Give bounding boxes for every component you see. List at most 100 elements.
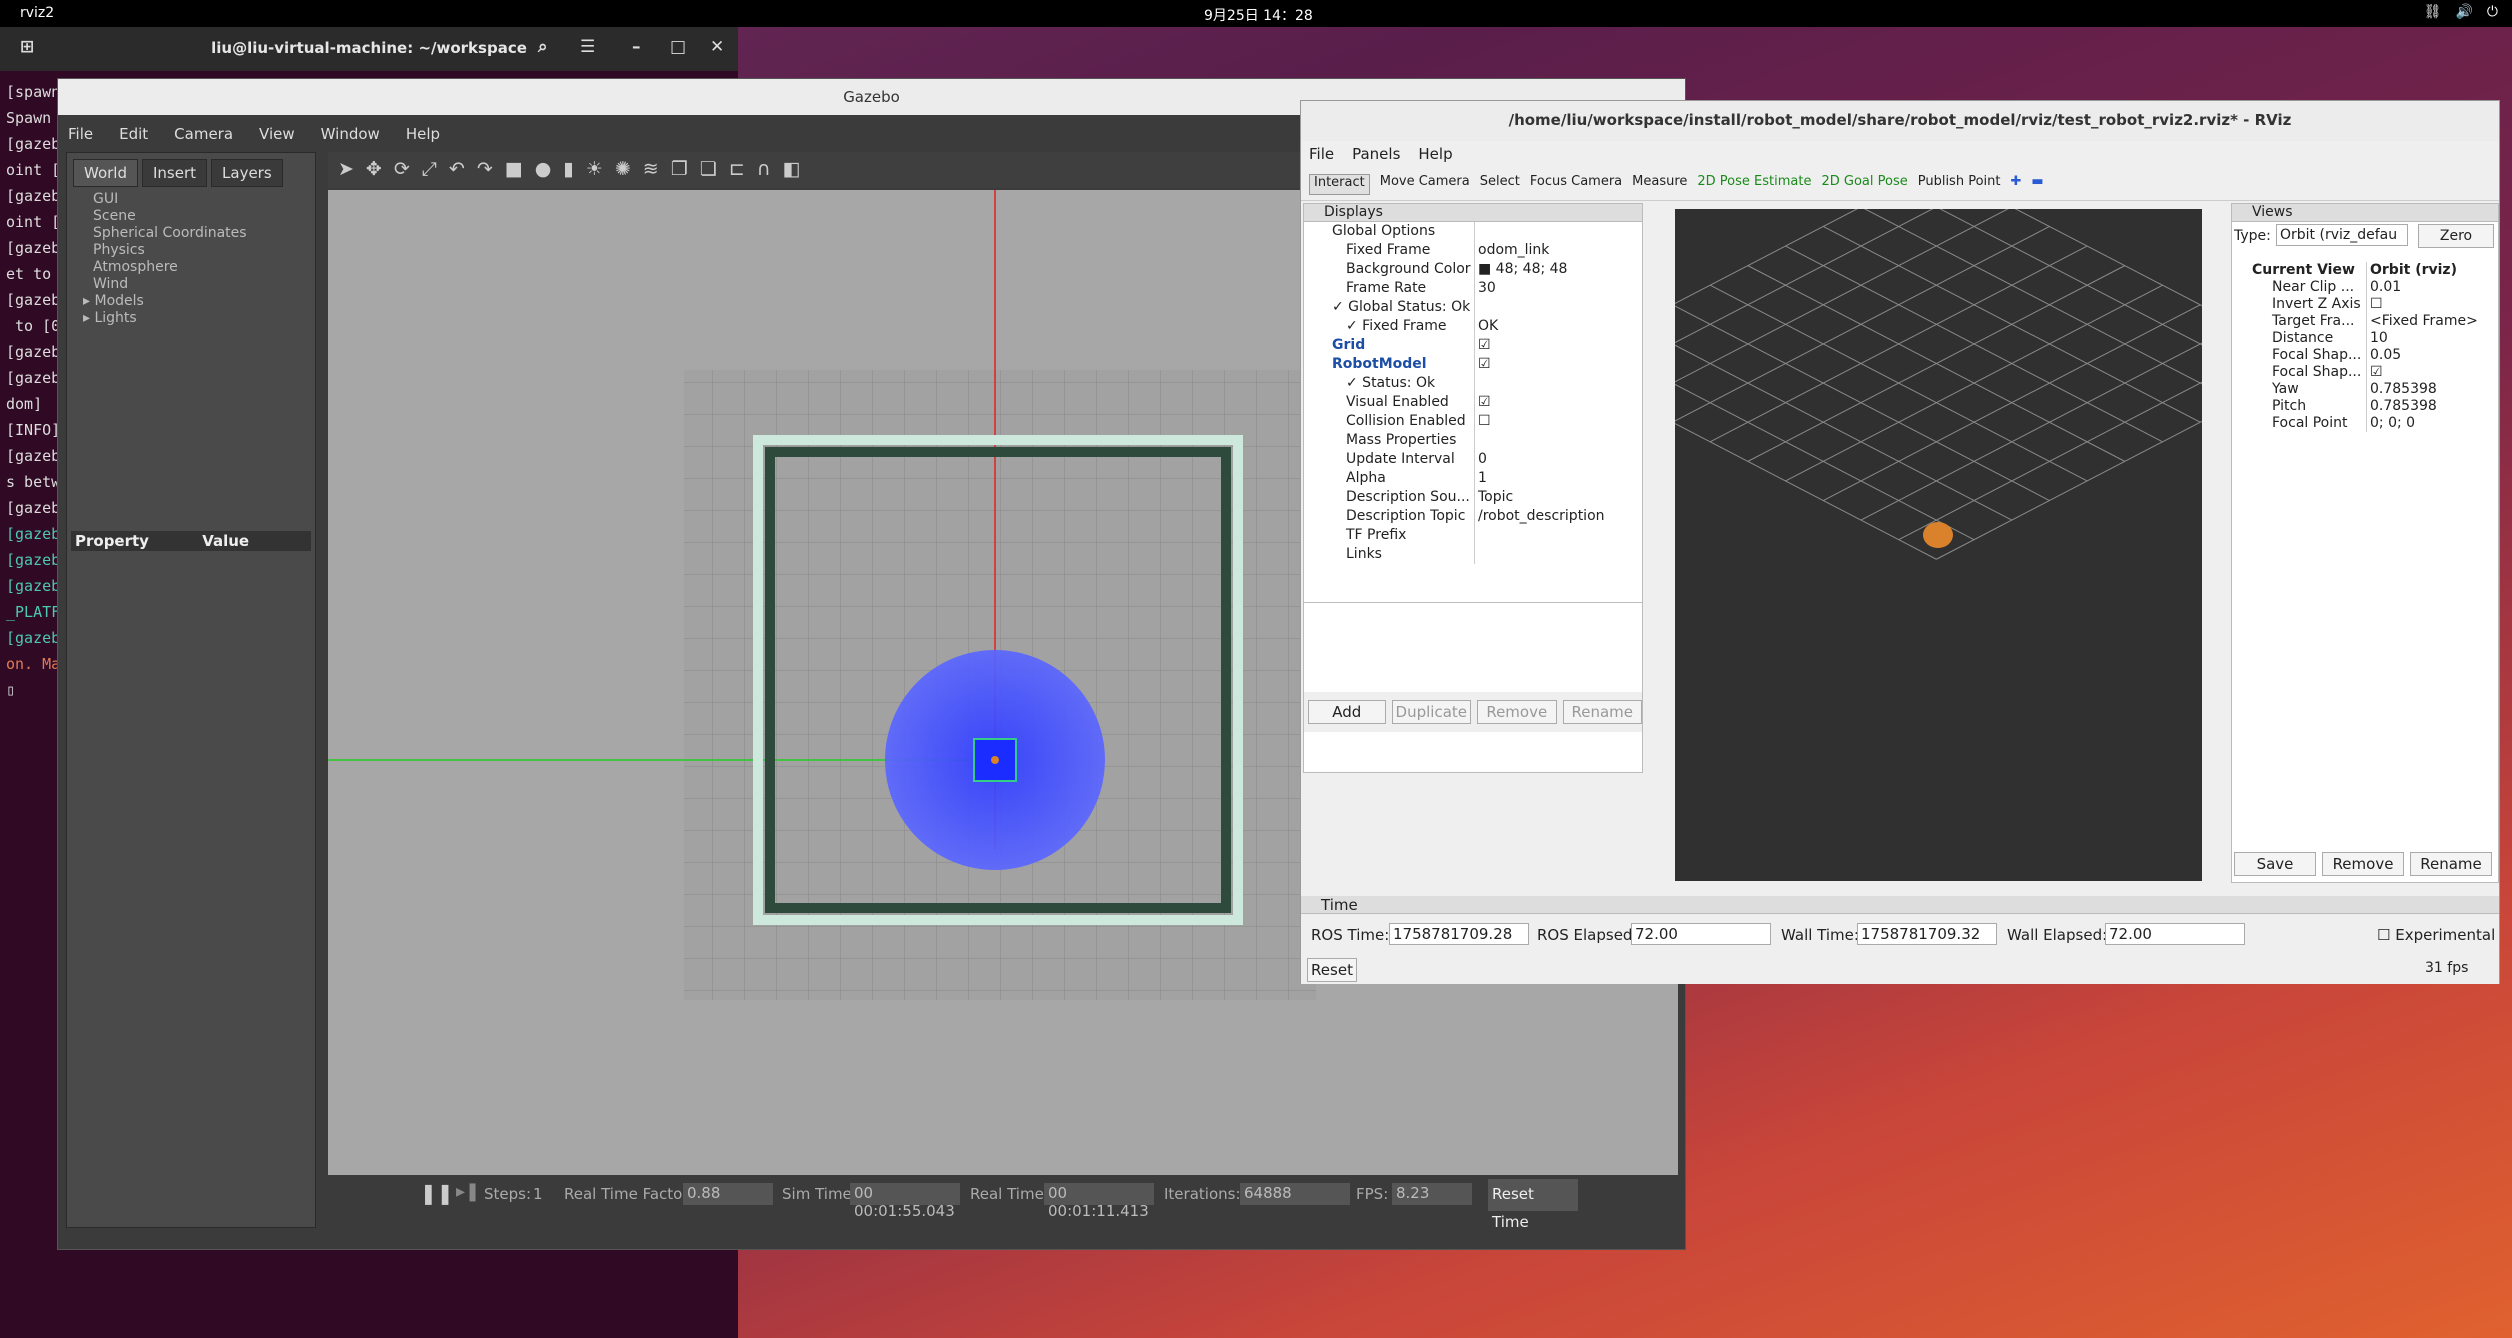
reset-time-button[interactable]: Reset Time — [1488, 1179, 1578, 1231]
view-row-value[interactable]: ☐ — [2366, 296, 2496, 313]
display-row-value[interactable] — [1474, 222, 1644, 241]
rviz-window[interactable]: /home/liu/workspace/install/robot_model/… — [1300, 100, 2500, 984]
steps-value[interactable]: 1 — [533, 1185, 543, 1203]
experimental-checkbox[interactable]: ☐ Experimental — [2377, 926, 2495, 944]
view-type-select[interactable]: Orbit (rviz_defau — [2276, 224, 2408, 246]
tab-world[interactable]: World — [73, 159, 138, 187]
tree-item[interactable]: ▸ Lights — [83, 310, 247, 327]
select-tool[interactable]: Select — [1480, 174, 1520, 195]
close-icon[interactable]: ✕ — [710, 37, 724, 57]
menu-view[interactable]: View — [259, 125, 295, 143]
step-icon[interactable]: ▸❚ — [456, 1181, 480, 1202]
tab-insert[interactable]: Insert — [142, 159, 208, 187]
display-row-value[interactable]: 1 — [1474, 469, 1644, 488]
point-light-icon[interactable]: ☀ — [586, 158, 603, 182]
display-row-value[interactable]: /robot_description — [1474, 507, 1644, 526]
view-row[interactable]: Target Fra... <Fixed Frame> — [2236, 313, 2496, 330]
display-row[interactable]: Frame Rate 30 — [1304, 279, 1644, 298]
interact-tool[interactable]: Interact — [1309, 174, 1370, 195]
view-row[interactable]: Invert Z Axis ☐ — [2236, 296, 2496, 313]
reset-button[interactable]: Reset — [1307, 958, 1357, 982]
display-row[interactable]: ✓ Global Status: Ok — [1304, 298, 1644, 317]
menu-file[interactable]: File — [68, 125, 93, 143]
view-row[interactable]: Pitch 0.785398 — [2236, 398, 2496, 415]
display-row-value[interactable]: 30 — [1474, 279, 1644, 298]
pose-estimate-tool[interactable]: 2D Pose Estimate — [1697, 174, 1811, 195]
view-row-value[interactable]: 0.785398 — [2366, 398, 2496, 415]
view-row[interactable]: Current View Orbit (rviz) — [2236, 262, 2496, 279]
view-row-value[interactable]: 0.01 — [2366, 279, 2496, 296]
display-row[interactable]: Grid ☑ — [1304, 336, 1644, 355]
view-row-value[interactable]: ☑ — [2366, 364, 2496, 381]
display-row-value[interactable] — [1474, 374, 1644, 393]
remove-tool-icon[interactable]: ▬ — [2031, 174, 2043, 195]
display-row[interactable]: RobotModel ☑ — [1304, 355, 1644, 374]
view-row-value[interactable]: 0.785398 — [2366, 381, 2496, 398]
translate-icon[interactable]: ✥ — [366, 158, 382, 182]
remove-button[interactable]: Remove — [1477, 700, 1557, 724]
add-button[interactable]: Add — [1308, 700, 1386, 724]
view-row-value[interactable]: 0; 0; 0 — [2366, 415, 2496, 432]
remove-view-button[interactable]: Remove — [2322, 852, 2404, 876]
menu-panels[interactable]: Panels — [1352, 145, 1400, 165]
menu-window[interactable]: Window — [321, 125, 380, 143]
display-row[interactable]: Visual Enabled ☑ — [1304, 393, 1644, 412]
rotate-icon[interactable]: ⟳ — [394, 158, 410, 182]
display-row-value[interactable]: Topic — [1474, 488, 1644, 507]
display-row-value[interactable]: ■ 48; 48; 48 — [1474, 260, 1644, 279]
menu-help[interactable]: Help — [1418, 145, 1452, 165]
tree-item[interactable]: Physics — [93, 242, 247, 259]
copy-icon[interactable]: ❐ — [671, 158, 688, 182]
display-row[interactable]: ✓ Fixed Frame OK — [1304, 317, 1644, 336]
display-row[interactable]: Links — [1304, 545, 1644, 564]
move-camera-tool[interactable]: Move Camera — [1380, 174, 1470, 195]
display-row[interactable]: Description Topic/robot_description — [1304, 507, 1644, 526]
display-row[interactable]: TF Prefix — [1304, 526, 1644, 545]
snap-icon[interactable]: ∩ — [757, 158, 771, 182]
box-icon[interactable]: ■ — [505, 158, 523, 182]
undo-icon[interactable]: ↶ — [449, 158, 465, 182]
spot-light-icon[interactable]: ✺ — [615, 158, 631, 182]
display-row[interactable]: Mass Properties — [1304, 431, 1644, 450]
zero-button[interactable]: Zero — [2418, 224, 2494, 248]
tab-layers[interactable]: Layers — [211, 159, 283, 187]
view-row[interactable]: Yaw 0.785398 — [2236, 381, 2496, 398]
display-row-value[interactable] — [1474, 298, 1644, 317]
display-row-value[interactable]: ☑ — [1474, 393, 1644, 412]
view-row-value[interactable]: <Fixed Frame> — [2366, 313, 2496, 330]
display-row[interactable]: Alpha 1 — [1304, 469, 1644, 488]
display-row[interactable]: Background Color ■ 48; 48; 48 — [1304, 260, 1644, 279]
display-row-value[interactable]: ☑ — [1474, 355, 1644, 374]
expand-icon[interactable]: ▸ — [83, 310, 94, 326]
goal-pose-tool[interactable]: 2D Goal Pose — [1821, 174, 1907, 195]
menu-file[interactable]: File — [1309, 145, 1334, 165]
tree-item[interactable]: Scene — [93, 208, 247, 225]
clock[interactable]: 9月25日 14：28 — [1204, 5, 1313, 25]
screenshot-icon[interactable]: ◧ — [783, 158, 801, 182]
display-row-value[interactable] — [1474, 545, 1644, 564]
display-row[interactable]: Collision Enabled ☐ — [1304, 412, 1644, 431]
tree-item[interactable]: Spherical Coordinates — [93, 225, 247, 242]
rename-button[interactable]: Rename — [1562, 700, 1643, 724]
rviz-3d-view[interactable] — [1559, 167, 2314, 881]
display-row[interactable]: Fixed Frame odom_link — [1304, 241, 1644, 260]
measure-tool[interactable]: Measure — [1632, 174, 1687, 195]
tree-item[interactable]: ▸ Models — [83, 293, 247, 310]
view-row[interactable]: Distance 10 — [2236, 330, 2496, 347]
tree-item[interactable]: Atmosphere — [93, 259, 247, 276]
display-row-value[interactable]: odom_link — [1474, 241, 1644, 260]
display-row-value[interactable]: OK — [1474, 317, 1644, 336]
add-tool-icon[interactable]: ✚ — [2010, 174, 2021, 195]
publish-point-tool[interactable]: Publish Point — [1918, 174, 2001, 195]
display-row[interactable]: Description Sou... Topic — [1304, 488, 1644, 507]
ros-time-field[interactable]: 1758781709.28 — [1389, 923, 1529, 945]
display-row-value[interactable] — [1474, 431, 1644, 450]
display-row[interactable]: Global Options — [1304, 222, 1644, 241]
view-properties[interactable]: Current View Orbit (rviz) Near Clip ... 0.0… — [2236, 262, 2496, 432]
minimize-icon[interactable]: – — [632, 37, 641, 57]
pause-icon[interactable]: ❚❚ — [420, 1181, 454, 1205]
tree-item[interactable]: GUI — [93, 191, 247, 208]
menu-edit[interactable]: Edit — [119, 125, 148, 143]
display-row-value[interactable] — [1474, 526, 1644, 545]
save-view-button[interactable]: Save — [2234, 852, 2316, 876]
